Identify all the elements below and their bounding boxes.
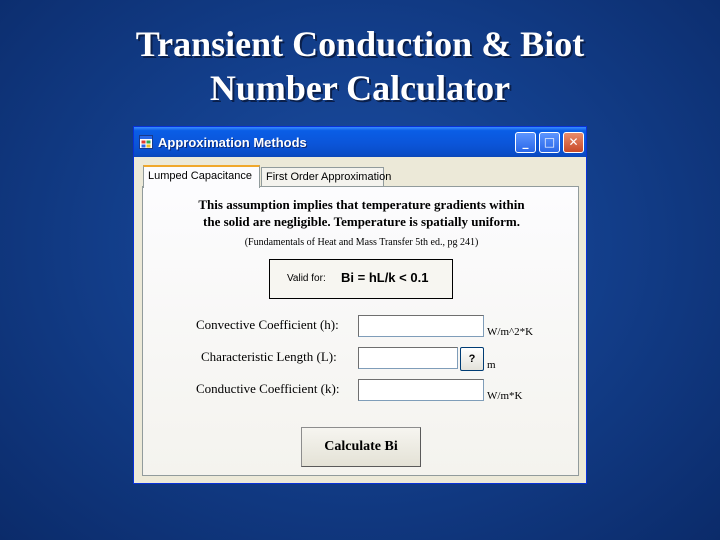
conductive-coefficient-input[interactable] <box>358 379 484 401</box>
characteristic-length-input[interactable] <box>358 347 458 369</box>
calculate-bi-button[interactable]: Calculate Bi <box>301 427 421 467</box>
validity-condition: Bi = hL/k < 0.1 <box>341 270 429 285</box>
slide-title: Transient Conduction & Biot Number Calcu… <box>0 22 720 110</box>
assumption-description: This assumption implies that temperature… <box>143 196 580 230</box>
approximation-methods-window: Approximation Methods _ □ ✕ Lumped Capac… <box>133 126 587 484</box>
close-button[interactable]: ✕ <box>563 132 584 153</box>
window-title: Approximation Methods <box>158 135 307 150</box>
slide-title-line-1: Transient Conduction & Biot <box>135 24 585 64</box>
conductive-unit: W/m*K <box>487 390 523 402</box>
tab-first-order-approximation[interactable]: First Order Approximation <box>261 167 391 187</box>
validity-box: Valid for: Bi = hL/k < 0.1 <box>269 259 453 299</box>
valid-for-label: Valid for: <box>287 273 326 284</box>
convective-coefficient-input[interactable] <box>358 315 484 337</box>
lumped-capacitance-panel: This assumption implies that temperature… <box>142 186 579 476</box>
minimize-button[interactable]: _ <box>515 132 536 153</box>
minimize-icon: _ <box>522 135 529 149</box>
description-line-1: This assumption implies that temperature… <box>198 197 525 212</box>
window-titlebar[interactable]: Approximation Methods _ □ ✕ <box>134 127 586 157</box>
convective-coefficient-label: Convective Coefficient (h): <box>196 317 339 332</box>
reference-citation: (Fundamentals of Heat and Mass Transfer … <box>244 237 479 248</box>
description-line-2: the solid are negligible. Temperature is… <box>203 214 520 229</box>
length-unit: m <box>487 359 496 371</box>
characteristic-length-label: Characteristic Length (L): <box>201 349 337 364</box>
maximize-button[interactable]: □ <box>539 132 560 153</box>
window-app-icon[interactable] <box>139 135 153 149</box>
tab-lumped-capacitance[interactable]: Lumped Capacitance <box>143 165 260 188</box>
close-icon: ✕ <box>568 135 579 149</box>
characteristic-length-help-button[interactable]: ? <box>460 347 484 371</box>
slide-title-line-2: Number Calculator <box>209 68 511 108</box>
conductive-coefficient-label: Conductive Coefficient (k): <box>196 381 340 396</box>
maximize-icon: □ <box>543 135 556 149</box>
convective-unit: W/m^2*K <box>487 326 534 338</box>
